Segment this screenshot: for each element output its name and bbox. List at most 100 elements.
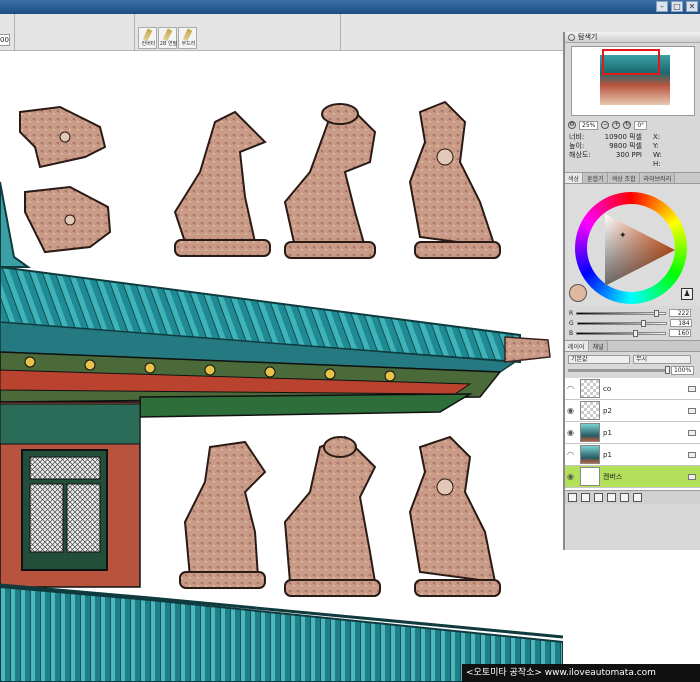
statue-warrior (408, 100, 501, 259)
tab-layer[interactable]: 레이어 (565, 341, 589, 351)
layer-thumbnail (580, 467, 600, 486)
maximize-button[interactable]: □ (671, 1, 683, 12)
zoom-out-icon[interactable]: − (601, 121, 610, 129)
current-color-swatch[interactable] (569, 284, 587, 302)
drawing-canvas[interactable] (0, 52, 563, 682)
tab-channel[interactable]: 채널 (589, 341, 608, 351)
tab-library[interactable]: 라이브러리 (640, 173, 676, 183)
b-slider[interactable] (576, 329, 667, 337)
r-label: R (569, 309, 574, 317)
statue-monkey-lower (283, 435, 381, 597)
layer-actions (565, 490, 700, 504)
b-knob[interactable] (632, 329, 638, 337)
title-bar: – □ ✕ (0, 0, 700, 14)
info-x-label: X: (653, 133, 661, 141)
trash-icon[interactable] (633, 493, 642, 502)
statue-warrior-lower (408, 435, 501, 597)
toolbar-divider (134, 14, 135, 51)
layer-tabs: 레이어 채널 (565, 340, 700, 352)
brush-tab-label: 2B 연필 (159, 41, 178, 47)
opacity-value[interactable]: 100% (671, 366, 695, 375)
wall-frieze (0, 403, 141, 445)
g-knob[interactable] (641, 319, 647, 327)
brush-tab-2b-pencil[interactable]: 2B 연필 (158, 27, 177, 49)
saturation-triangle[interactable]: ✦ (601, 212, 677, 288)
statue-dog (179, 440, 267, 589)
layer-lock-icon[interactable] (688, 473, 696, 480)
navigator-title: 탐색기 (578, 33, 598, 41)
color-picker[interactable]: ✦ ♟ (565, 184, 700, 306)
g-label: G (569, 319, 574, 327)
brush-tabs: 컨버터 2B 연필 부드러 (138, 27, 197, 49)
panel-menu-icon[interactable] (568, 33, 575, 41)
layer-lock-icon[interactable] (688, 451, 696, 458)
layer-row-active[interactable]: ◉ 캔버스 (565, 466, 700, 488)
gear-icon[interactable]: ⚙ (568, 121, 576, 129)
visibility-eye-icon[interactable]: ◉ (567, 428, 577, 437)
copy-layer-icon[interactable] (594, 493, 603, 502)
info-height-label: 높이: (569, 142, 585, 150)
rafter-green (139, 393, 473, 418)
layer-thumbnail (580, 401, 600, 420)
layer-row[interactable]: ◉ p1 (565, 422, 700, 444)
layer-list: ◠ co ◉ p2 ◉ p1 ◠ p1 ◉ 캔버스 (565, 378, 700, 490)
layer-row[interactable]: ◉ p2 (565, 400, 700, 422)
tab-color-set[interactable]: 색상 조합 (608, 173, 640, 183)
mask-icon[interactable] (607, 493, 616, 502)
merge-icon[interactable] (620, 493, 629, 502)
tab-mixer[interactable]: 혼합기 (584, 173, 608, 183)
info-w-label: W: (653, 151, 662, 159)
info-res-label: 해상도: (569, 151, 591, 159)
opacity-knob[interactable] (665, 366, 670, 374)
rotate-icon[interactable]: ↻ (623, 121, 632, 129)
toolbar-divider (14, 14, 15, 51)
visibility-eye-icon[interactable]: ◠ (567, 384, 577, 393)
view-frame[interactable] (602, 49, 660, 75)
blend-mode-select[interactable]: 기본값 (568, 355, 630, 364)
visibility-eye-icon[interactable]: ◠ (567, 450, 577, 459)
layer-lock-icon[interactable] (688, 429, 696, 436)
r-value[interactable]: 222 (669, 309, 692, 317)
brush-tab-label: 컨버터 (141, 41, 156, 47)
r-knob[interactable] (653, 309, 659, 317)
layer-thumbnail (580, 379, 600, 398)
b-value[interactable]: 160 (669, 329, 692, 337)
layer-row[interactable]: ◠ p1 (565, 444, 700, 466)
g-value[interactable]: 184 (669, 319, 692, 327)
b-label: B (569, 329, 574, 337)
rgb-sliders: R 222 G 184 B 160 (565, 306, 700, 340)
brush-tab-converter[interactable]: 컨버터 (138, 27, 157, 49)
zoom-value[interactable]: 25% (579, 120, 599, 130)
navigator-controls: ⚙ 25% − + ↻ 0° (565, 119, 700, 131)
preserve-select[interactable]: 무시 (633, 355, 691, 364)
r-slider[interactable] (576, 309, 667, 317)
layer-thumbnail (580, 423, 600, 442)
close-button[interactable]: ✕ (686, 1, 698, 12)
zoom-in-icon[interactable]: + (612, 121, 621, 129)
rotation-value[interactable]: 0° (634, 120, 648, 130)
layer-name: co (603, 384, 612, 393)
new-layer-icon[interactable] (568, 493, 577, 502)
brush-tab-soft[interactable]: 부드러 (178, 27, 197, 49)
visibility-eye-icon[interactable]: ◉ (567, 472, 577, 481)
layer-name: p2 (603, 406, 612, 415)
layer-thumbnail (580, 445, 600, 464)
new-folder-icon[interactable] (581, 493, 590, 502)
eyedropper-icon[interactable]: ♟ (681, 288, 693, 300)
info-width-value: 10900 픽셀 (604, 133, 642, 141)
layer-row[interactable]: ◠ co (565, 378, 700, 400)
minimize-button[interactable]: – (656, 1, 668, 12)
g-slider[interactable] (576, 319, 667, 327)
layer-lock-icon[interactable] (688, 385, 696, 392)
dragon-head-top (19, 105, 107, 169)
artwork (0, 100, 563, 682)
zoom-field[interactable]: 00 (0, 34, 10, 46)
visibility-eye-icon[interactable]: ◉ (567, 406, 577, 415)
tab-color[interactable]: 색상 (565, 173, 584, 183)
info-height-value: 9800 픽셀 (609, 142, 642, 150)
navigator-preview[interactable] (571, 46, 695, 116)
opacity-slider[interactable] (568, 366, 670, 374)
info-h-label: H: (653, 160, 661, 168)
roof-ridge (0, 181, 32, 268)
layer-lock-icon[interactable] (688, 407, 696, 414)
